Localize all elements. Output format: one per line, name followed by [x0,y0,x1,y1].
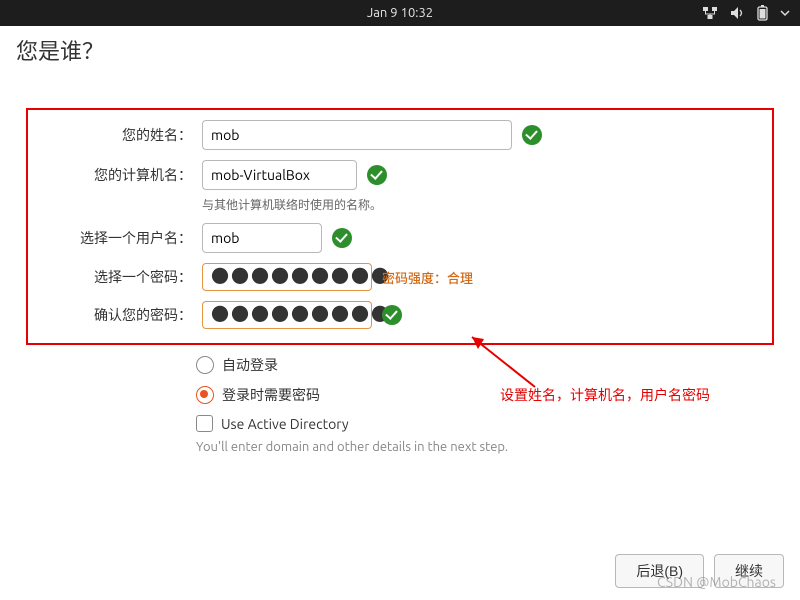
clock: Jan 9 10:32 [367,6,433,20]
username-valid-icon [332,228,352,248]
annotation-text: 设置姓名，计算机名，用户名密码 [500,385,710,405]
password-strength: 密码强度：合理 [382,268,473,287]
network-icon[interactable] [702,6,718,20]
system-topbar: Jan 9 10:32 [0,0,800,26]
user-setup-form: 您的姓名： 您的计算机名： 与其他计算机联络时使用的名称。 选择一个用户名： 选… [14,92,786,466]
active-directory-hint: You'll enter domain and other details in… [196,440,774,454]
password-input[interactable]: ●●●●●●●●● [202,263,372,291]
name-label: 您的姓名： [32,125,202,145]
continue-button[interactable]: 继续 [714,554,784,588]
computer-hint: 与其他计算机联络时使用的名称。 [202,196,768,213]
annotation-highlight: 您的姓名： 您的计算机名： 与其他计算机联络时使用的名称。 选择一个用户名： 选… [26,108,774,345]
chevron-down-icon[interactable] [780,9,790,17]
system-tray[interactable] [702,0,790,26]
name-input[interactable] [202,120,512,150]
username-label: 选择一个用户名： [32,228,202,248]
confirm-valid-icon [382,305,402,325]
auto-login-label: 自动登录 [222,355,278,375]
page-title: 您是谁？ [0,26,800,72]
confirm-password-input[interactable]: ●●●●●●●●● [202,301,372,329]
confirm-label: 确认您的密码： [32,305,202,325]
back-button[interactable]: 后退(B) [615,554,704,588]
battery-icon[interactable] [757,5,768,21]
checkbox-icon [196,415,213,432]
computer-input[interactable] [202,160,357,190]
computer-label: 您的计算机名： [32,165,202,185]
require-password-label: 登录时需要密码 [222,385,320,405]
password-label: 选择一个密码： [32,267,202,287]
active-directory-option[interactable]: Use Active Directory [196,415,774,432]
auto-login-option[interactable]: 自动登录 [196,355,774,375]
radio-unselected-icon [196,356,214,374]
name-valid-icon [522,125,542,145]
footer-buttons: 后退(B) 继续 [615,554,784,588]
radio-selected-icon [196,386,214,404]
active-directory-label: Use Active Directory [221,416,349,432]
username-input[interactable] [202,223,322,253]
computer-valid-icon [367,165,387,185]
volume-icon[interactable] [730,6,745,20]
